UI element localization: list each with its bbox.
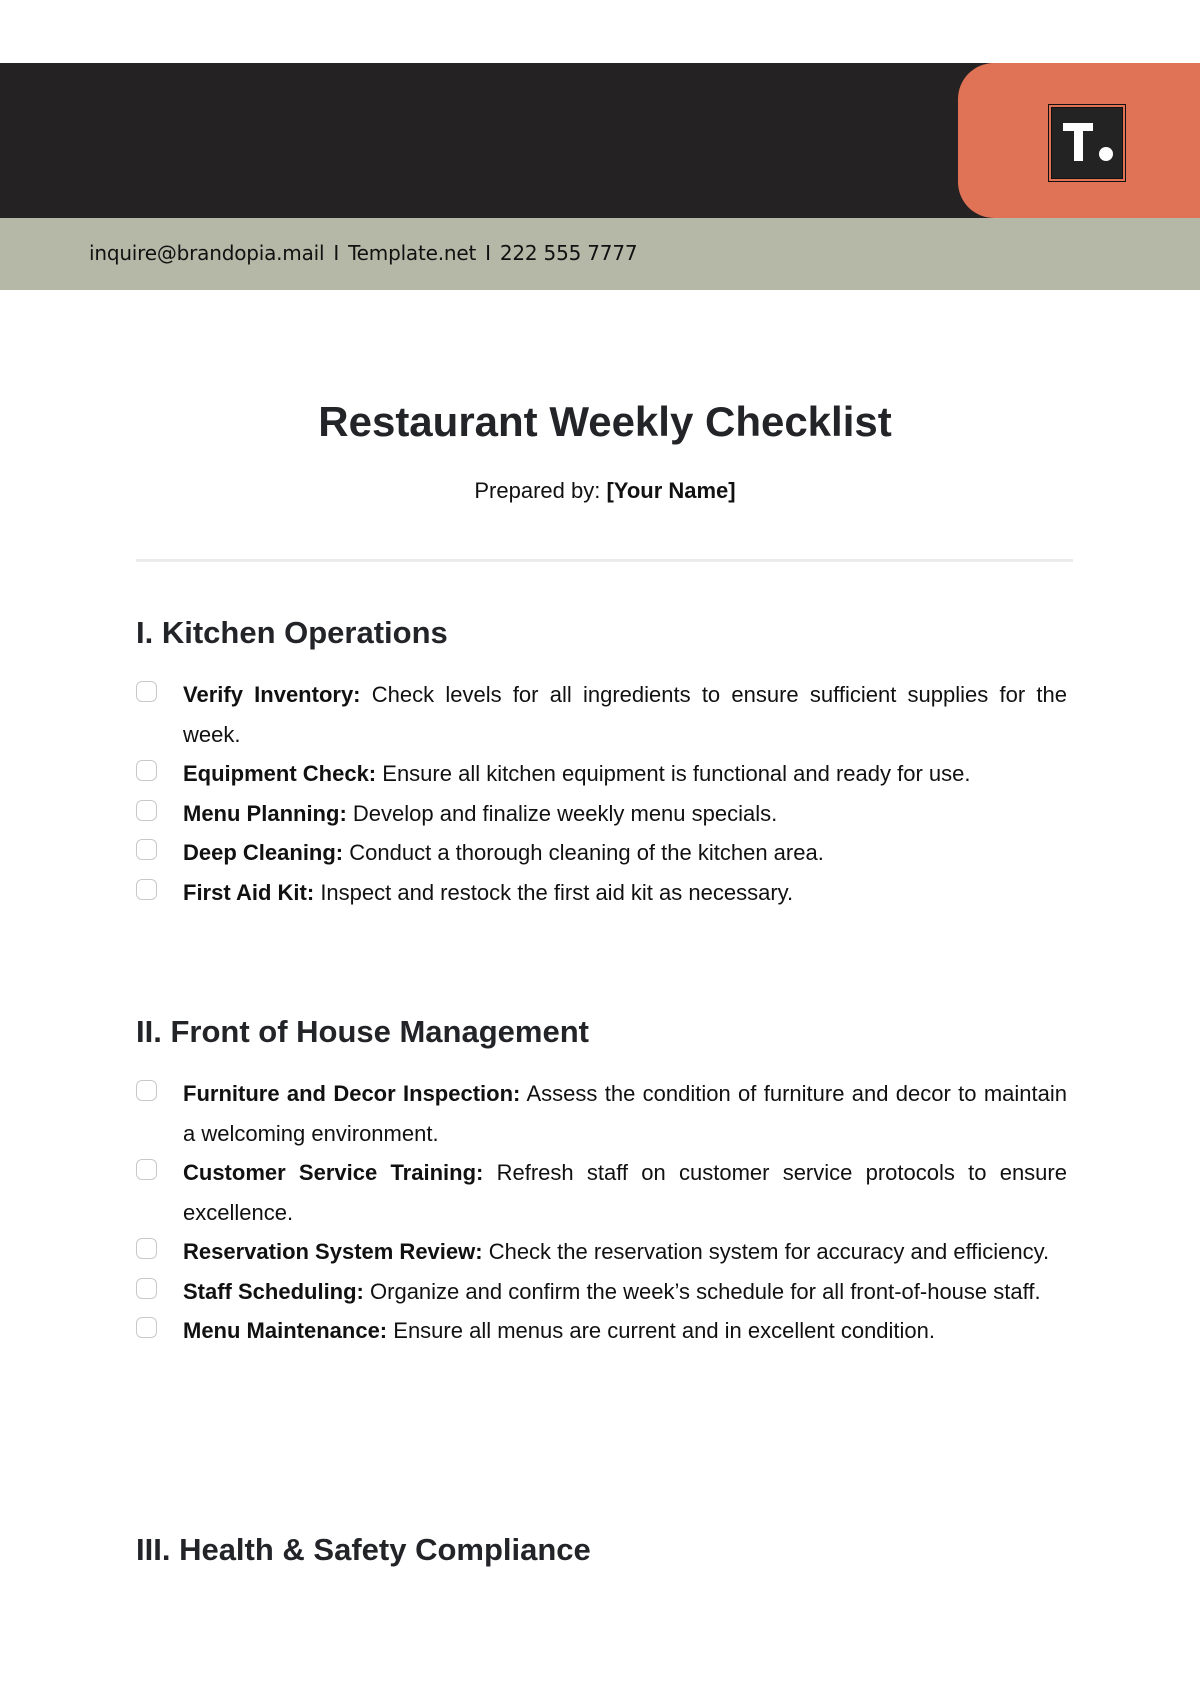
item-label: First Aid Kit: (183, 879, 315, 905)
item-description: Ensure all menus are current and in exce… (393, 1318, 936, 1343)
prepared-by-name: [Your Name] (606, 478, 736, 503)
section-heading-front-of-house: II. Front of House Management (136, 1014, 589, 1049)
contact-email[interactable]: inquire@brandopia.mail (89, 241, 325, 265)
checklist-item: Staff Scheduling: Organize and confirm t… (136, 1272, 1067, 1312)
item-description: Check the reservation system for accurac… (488, 1239, 1050, 1264)
checkbox[interactable] (136, 1080, 157, 1101)
checklist-item: Customer Service Training: Refresh staff… (136, 1153, 1067, 1232)
page-title: Restaurant Weekly Checklist (318, 398, 892, 445)
title-divider (136, 559, 1073, 562)
contact-separator: I (333, 241, 340, 265)
logo-t-stem (1074, 123, 1083, 161)
checklist-kitchen: Verify Inventory: Check levels for all i… (136, 675, 1067, 912)
checklist-item: Menu Planning: Develop and finalize week… (136, 794, 1067, 834)
item-label: Furniture and Decor Inspection: (183, 1081, 521, 1106)
item-description: Inspect and restock the first aid kit as… (320, 879, 794, 905)
checklist-item: Equipment Check: Ensure all kitchen equi… (136, 754, 1067, 794)
checkbox[interactable] (136, 760, 157, 781)
item-label: Equipment Check: (183, 761, 377, 786)
checkbox[interactable] (136, 1159, 157, 1180)
item-description: Organize and confirm the week’s schedule… (370, 1278, 1041, 1304)
checklist-item: First Aid Kit: Inspect and restock the f… (136, 873, 1067, 913)
checklist-item: Verify Inventory: Check levels for all i… (136, 675, 1067, 754)
section-heading-kitchen: I. Kitchen Operations (136, 615, 448, 650)
checklist-item: Reservation System Review: Check the res… (136, 1232, 1067, 1272)
checkbox[interactable] (136, 799, 157, 821)
checklist-item: Deep Cleaning: Conduct a thorough cleani… (136, 833, 1067, 873)
contact-phone: 222 555 7777 (499, 241, 638, 265)
item-label: Customer Service Training: (183, 1160, 484, 1185)
section-heading-health-safety: III. Health & Safety Compliance (136, 1532, 591, 1567)
item-label: Reservation System Review: (183, 1239, 483, 1264)
checkbox[interactable] (136, 878, 157, 900)
item-label: Deep Cleaning: (183, 840, 344, 865)
item-label: Menu Maintenance: (183, 1318, 388, 1343)
checklist-front-of-house: Furniture and Decor Inspection: Assess t… (136, 1074, 1067, 1351)
checkbox[interactable] (136, 681, 157, 702)
checkbox[interactable] (136, 1238, 157, 1259)
checkbox[interactable] (136, 1317, 157, 1338)
checklist-item: Furniture and Decor Inspection: Assess t… (136, 1074, 1067, 1153)
contact-line: inquire@brandopia.mail I Template.net I 222 … (89, 241, 638, 265)
checkbox[interactable] (136, 839, 157, 860)
checklist-item: Menu Maintenance: Ensure all menus are c… (136, 1311, 1067, 1351)
prepared-by: Prepared by: [Your Name] (0, 478, 1200, 504)
item-label: Verify Inventory: (183, 682, 361, 707)
item-label: Staff Scheduling: (183, 1278, 364, 1304)
checkbox[interactable] (136, 1277, 157, 1299)
item-description: Conduct a thorough cleaning of the kitch… (349, 840, 824, 865)
contact-website[interactable]: Template.net (348, 241, 476, 265)
contact-separator: I (485, 241, 491, 265)
item-description: Develop and finalize weekly menu special… (352, 800, 778, 826)
logo-dot (1099, 147, 1113, 161)
template-t-logo-icon (1048, 104, 1126, 182)
item-label: Menu Planning: (183, 800, 347, 826)
item-description: Ensure all kitchen equipment is function… (382, 761, 971, 786)
prepared-by-label: Prepared by: (474, 478, 601, 503)
